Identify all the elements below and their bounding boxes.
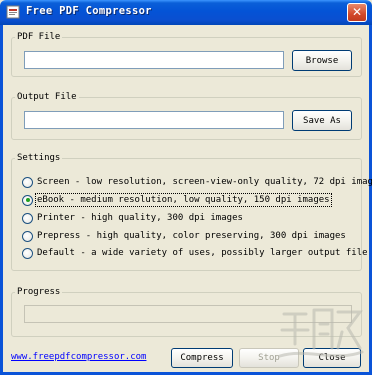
save-as-button[interactable]: Save As — [292, 110, 352, 131]
radio-button[interactable] — [22, 230, 33, 242]
title-bar[interactable]: Free PDF Compressor ✕ — [0, 0, 372, 25]
radio-label-screen: Screen - low resolution, screen-view-onl… — [37, 177, 372, 187]
radio-screen[interactable]: Screen - low resolution, screen-view-onl… — [22, 175, 372, 189]
output-file-input[interactable] — [24, 111, 284, 129]
radio-button[interactable] — [22, 212, 33, 224]
radio-printer[interactable]: Printer - high quality, 300 dpi images — [22, 211, 243, 225]
radio-label-printer: Printer - high quality, 300 dpi images — [37, 213, 243, 223]
radio-ebook[interactable]: eBook - medium resolution, low quality, … — [22, 193, 332, 207]
browse-button[interactable]: Browse — [292, 50, 352, 71]
window-frame-left — [0, 25, 3, 375]
progress-label: Progress — [17, 287, 61, 297]
window-title: Free PDF Compressor — [26, 5, 152, 17]
close-icon[interactable]: ✕ — [347, 3, 367, 22]
radio-button[interactable] — [22, 176, 33, 188]
pdf-file-input[interactable] — [24, 51, 284, 69]
settings-label: Settings — [17, 153, 61, 163]
radio-button[interactable] — [22, 247, 33, 259]
output-file-label: Output File — [17, 92, 77, 102]
watermark-logo — [278, 308, 364, 358]
pdf-app-icon — [6, 5, 20, 19]
website-link[interactable]: www.freepdfcompressor.com — [11, 352, 146, 362]
radio-prepress[interactable]: Prepress - high quality, color preservin… — [22, 229, 346, 243]
radio-label-ebook: eBook - medium resolution, low quality, … — [35, 193, 332, 207]
compress-button[interactable]: Compress — [171, 348, 233, 368]
radio-label-default: Default - a wide variety of uses, possib… — [37, 248, 368, 258]
radio-button-selected[interactable] — [22, 194, 33, 206]
radio-default[interactable]: Default - a wide variety of uses, possib… — [22, 246, 368, 260]
radio-label-prepress: Prepress - high quality, color preservin… — [37, 231, 346, 241]
pdf-file-label: PDF File — [17, 32, 61, 42]
